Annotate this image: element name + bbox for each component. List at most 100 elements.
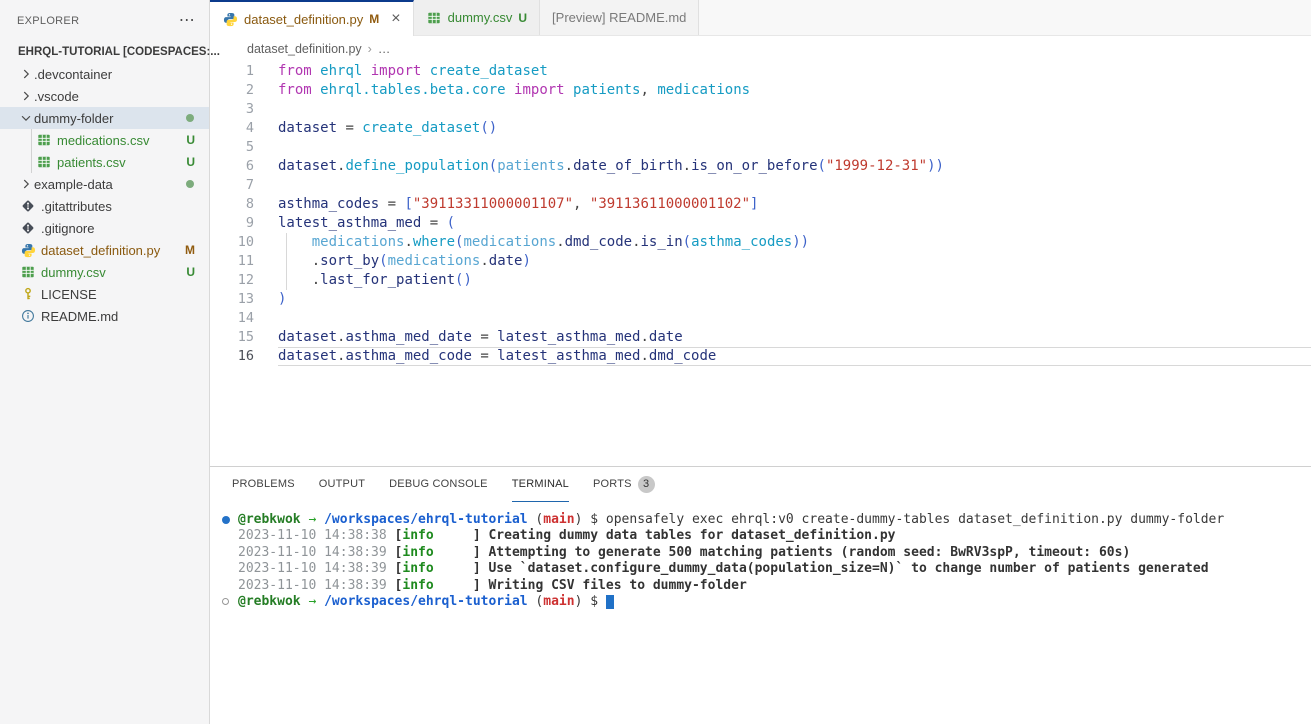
panel-tab-label: PORTS <box>593 478 632 490</box>
tree-item-dataset-definition-py[interactable]: dataset_definition.pyM <box>0 239 209 261</box>
git-status-badge: U <box>186 155 195 169</box>
python-icon <box>20 242 36 258</box>
line-content: .sort_by(medications.date) <box>278 252 1311 271</box>
line-content: dataset.asthma_med_date = latest_asthma_… <box>278 328 1311 347</box>
command-decoration-pending-icon[interactable] <box>222 598 229 605</box>
chevron-right-icon <box>18 176 34 192</box>
panel-tab-problems[interactable]: PROBLEMS <box>232 467 295 502</box>
tab-dataset-definition-py[interactable]: dataset_definition.pyM× <box>210 0 414 36</box>
indent-guide <box>286 252 287 271</box>
file-label: example-data <box>34 177 113 192</box>
close-icon[interactable]: × <box>391 10 400 28</box>
info-icon <box>20 308 36 324</box>
code-line-12[interactable]: 12 .last_for_patient() <box>210 271 1311 290</box>
line-content: dataset.define_population(patients.date_… <box>278 157 1311 176</box>
tree-item--gitignore[interactable]: .gitignore <box>0 217 209 239</box>
explorer-sidebar: EXPLORER ⋯ EHRQL-TUTORIAL [CODESPACES:..… <box>0 0 210 724</box>
tree-item--vscode[interactable]: .vscode <box>0 85 209 107</box>
terminal-cursor <box>606 595 614 609</box>
explorer-header: EXPLORER ⋯ <box>0 0 209 41</box>
line-content: asthma_codes = ["39113311000001107", "39… <box>278 195 1311 214</box>
csv-icon <box>36 154 52 170</box>
line-content <box>278 138 1311 157</box>
line-number: 2 <box>210 81 278 100</box>
line-content: latest_asthma_med = ( <box>278 214 1311 233</box>
terminal[interactable]: @rebkwok → /workspaces/ehrql-tutorial (m… <box>210 502 1311 724</box>
csv-icon <box>20 264 36 280</box>
file-label: .vscode <box>34 89 79 104</box>
terminal-line-3: 2023-11-10 14:38:39 [info ] Attempting t… <box>216 545 1311 561</box>
git-changes-dot <box>186 114 194 122</box>
tree-item--devcontainer[interactable]: .devcontainer <box>0 63 209 85</box>
git-icon <box>20 198 36 214</box>
code-line-15[interactable]: 15dataset.asthma_med_date = latest_asthm… <box>210 328 1311 347</box>
tree-item-license[interactable]: LICENSE <box>0 283 209 305</box>
file-label: dummy.csv <box>41 265 106 280</box>
tab-bar: dataset_definition.pyM×dummy.csvU[Previe… <box>210 0 1311 36</box>
code-editor[interactable]: 1from ehrql import create_dataset2from e… <box>210 62 1311 466</box>
line-content: medications.where(medications.dmd_code.i… <box>278 233 1311 252</box>
panel-tab-terminal[interactable]: TERMINAL <box>512 467 569 502</box>
code-line-9[interactable]: 9latest_asthma_med = ( <box>210 214 1311 233</box>
line-number: 11 <box>210 252 278 271</box>
code-line-7[interactable]: 7 <box>210 176 1311 195</box>
code-line-16[interactable]: 16dataset.asthma_med_code = latest_asthm… <box>210 347 1311 366</box>
line-number: 4 <box>210 119 278 138</box>
file-label: .devcontainer <box>34 67 112 82</box>
line-number: 8 <box>210 195 278 214</box>
terminal-line-2: 2023-11-10 14:38:38 [info ] Creating dum… <box>216 528 1311 544</box>
line-content: ) <box>278 290 1311 309</box>
code-line-8[interactable]: 8asthma_codes = ["39113311000001107", "3… <box>210 195 1311 214</box>
vscode-window: EXPLORER ⋯ EHRQL-TUTORIAL [CODESPACES:..… <box>0 0 1311 724</box>
tree-item--gitattributes[interactable]: .gitattributes <box>0 195 209 217</box>
line-content <box>278 100 1311 119</box>
code-line-2[interactable]: 2from ehrql.tables.beta.core import pati… <box>210 81 1311 100</box>
panel-tab-label: OUTPUT <box>319 478 365 490</box>
code-line-6[interactable]: 6dataset.define_population(patients.date… <box>210 157 1311 176</box>
csv-icon <box>426 10 442 26</box>
breadcrumb-more[interactable]: … <box>378 42 391 56</box>
breadcrumb-file[interactable]: dataset_definition.py <box>247 42 362 56</box>
command-decoration-success-icon[interactable] <box>222 516 230 524</box>
panel-tab-debug-console[interactable]: DEBUG CONSOLE <box>389 467 488 502</box>
tree-item-dummy-folder[interactable]: dummy-folder <box>0 107 209 129</box>
code-line-10[interactable]: 10 medications.where(medications.dmd_cod… <box>210 233 1311 252</box>
chevron-right-icon <box>18 66 34 82</box>
tree-item-medications-csv[interactable]: medications.csvU <box>0 129 209 151</box>
panel-tab-output[interactable]: OUTPUT <box>319 467 365 502</box>
code-line-5[interactable]: 5 <box>210 138 1311 157</box>
chevron-right-icon <box>18 88 34 104</box>
code-line-13[interactable]: 13) <box>210 290 1311 309</box>
workspace-root-label: EHRQL-TUTORIAL [CODESPACES:... <box>18 46 220 58</box>
line-number: 6 <box>210 157 278 176</box>
tree-item-dummy-csv[interactable]: dummy.csvU <box>0 261 209 283</box>
line-number: 15 <box>210 328 278 347</box>
code-line-14[interactable]: 14 <box>210 309 1311 328</box>
indent-guide <box>286 233 287 252</box>
indent-guide <box>31 151 32 173</box>
code-line-1[interactable]: 1from ehrql import create_dataset <box>210 62 1311 81</box>
workspace-root[interactable]: EHRQL-TUTORIAL [CODESPACES:... <box>0 41 209 63</box>
indent-guide <box>286 271 287 290</box>
tab-dummy-csv[interactable]: dummy.csvU <box>414 0 540 35</box>
code-line-4[interactable]: 4dataset = create_dataset() <box>210 119 1311 138</box>
git-changes-dot <box>186 180 194 188</box>
python-icon <box>222 11 238 27</box>
tree-item-readme-md[interactable]: README.md <box>0 305 209 327</box>
line-number: 12 <box>210 271 278 290</box>
tab--preview-readme-md[interactable]: [Preview] README.md <box>540 0 699 35</box>
line-number: 10 <box>210 233 278 252</box>
code-line-3[interactable]: 3 <box>210 100 1311 119</box>
tree-item-patients-csv[interactable]: patients.csvU <box>0 151 209 173</box>
code-line-11[interactable]: 11 .sort_by(medications.date) <box>210 252 1311 271</box>
line-content <box>278 176 1311 195</box>
explorer-more-icon[interactable]: ⋯ <box>179 16 195 26</box>
panel-tab-label: PROBLEMS <box>232 478 295 490</box>
terminal-line-5: 2023-11-10 14:38:39 [info ] Writing CSV … <box>216 578 1311 594</box>
tree-item-example-data[interactable]: example-data <box>0 173 209 195</box>
terminal-line-4: 2023-11-10 14:38:39 [info ] Use `dataset… <box>216 561 1311 577</box>
breadcrumb-separator: › <box>368 42 372 56</box>
line-content: dataset = create_dataset() <box>278 119 1311 138</box>
panel-tab-ports[interactable]: PORTS3 <box>593 467 655 502</box>
line-content <box>278 309 1311 328</box>
